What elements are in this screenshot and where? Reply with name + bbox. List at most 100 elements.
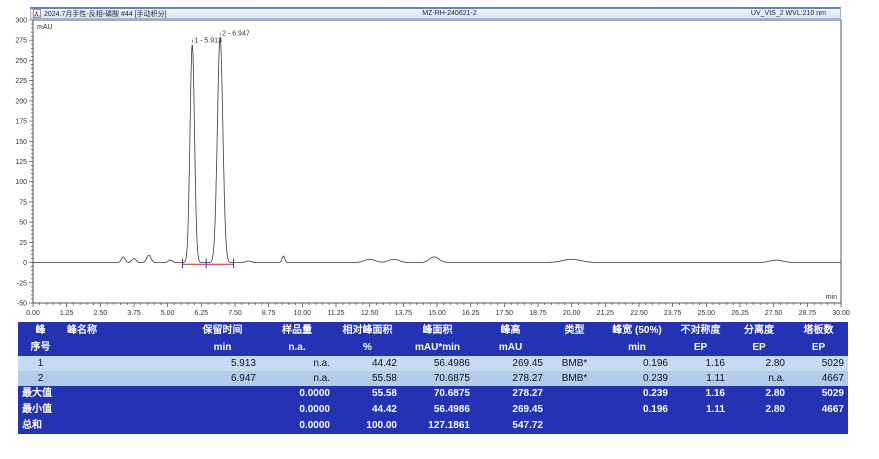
cell-res: n.a. (729, 371, 789, 386)
x-axis-tick-label: 26.25 (731, 310, 749, 317)
column-header-rel_area[interactable]: 相对峰面积 (334, 322, 401, 339)
cell-rel_area: 55.58 (334, 371, 401, 386)
y-axis-tick-label: -50 (17, 301, 27, 308)
cell-asym: 1.11 (672, 402, 729, 418)
peak-row[interactable]: 15.913n.a.44.4256.4986269.45BMB*0.1961.1… (18, 356, 848, 371)
column-header-name[interactable] (63, 339, 185, 356)
x-axis-tick-label: 3.75 (127, 310, 141, 317)
x-axis-tick-label: 17.50 (496, 310, 514, 317)
cell-rt (185, 402, 260, 418)
cell-type (547, 402, 602, 418)
x-axis-tick-label: 20.00 (563, 310, 581, 317)
cell-area: 70.6875 (401, 371, 474, 386)
cell-area: 70.6875 (401, 386, 474, 402)
y-axis-tick-label: 250 (15, 58, 27, 65)
peak-row[interactable]: 26.947n.a.55.5870.6875278.27BMB*0.2391.1… (18, 371, 848, 386)
table-header: 峰峰名称保留时间样品量相对峰面积峰面积峰高类型峰宽 (50%)不对称度分离度塔板… (18, 322, 848, 356)
cell-asym: 1.16 (672, 356, 729, 371)
cell-height: 269.45 (474, 356, 547, 371)
cell-plates: 5029 (789, 356, 848, 371)
x-axis-tick-label: 2.50 (94, 310, 108, 317)
x-axis-tick-label: 15.00 (428, 310, 446, 317)
cell-amount: n.a. (260, 371, 334, 386)
header-row: 峰峰名称保留时间样品量相对峰面积峰面积峰高类型峰宽 (50%)不对称度分离度塔板… (18, 322, 848, 339)
y-axis-tick-label: 50 (19, 220, 27, 227)
column-header-area[interactable]: mAU*min (401, 339, 474, 356)
y-axis-tick-label: 100 (15, 179, 27, 186)
x-axis-tick-label: 11.25 (328, 310, 345, 317)
cell-type: BMB* (547, 371, 602, 386)
cell-rel_area: 44.42 (334, 356, 401, 371)
header-row: 序号minn.a.%mAU*minmAUminEPEPEP (18, 339, 848, 356)
cell-res (729, 418, 789, 434)
column-header-type[interactable] (547, 339, 602, 356)
cell-width50: 0.239 (602, 371, 672, 386)
y-axis-tick-label: 0 (23, 260, 27, 267)
channel-label: UV_VIS_2 WVL:210 nm (606, 10, 840, 17)
chromatography-report: { "header": { "left_title": "2024.7月手性-反… (0, 0, 879, 459)
x-axis-tick-label: 5.00 (161, 310, 175, 317)
column-header-res[interactable]: 分离度 (729, 322, 789, 339)
x-axis-tick-label: 25.00 (698, 310, 716, 317)
column-header-plates[interactable]: 塔板数 (789, 322, 848, 339)
cell-type (547, 386, 602, 402)
cell-width50: 0.239 (602, 386, 672, 402)
column-header-asym[interactable]: 不对称度 (672, 322, 729, 339)
y-axis-tick-label: 175 (15, 119, 27, 126)
column-header-asym[interactable]: EP (672, 339, 729, 356)
column-header-amount[interactable]: 样品量 (260, 322, 334, 339)
y-axis-tick-label: 275 (15, 38, 27, 45)
peak-label[interactable]: 1 - 5.913 (194, 38, 222, 45)
cell-res: 2.80 (729, 386, 789, 402)
chromatogram-panel: -50-250255075100125150175200225250275300… (0, 6, 879, 324)
x-axis-tick-label: 18.75 (529, 310, 547, 317)
x-axis-tick-label: 28.75 (799, 310, 817, 317)
y-axis-unit-label: mAU (37, 24, 53, 31)
cell-rt (185, 386, 260, 402)
x-axis-tick-label: 16.25 (462, 310, 480, 317)
cell-name (63, 386, 185, 402)
cell-rt (185, 418, 260, 434)
column-header-res[interactable]: EP (729, 339, 789, 356)
cell-area: 127.1861 (401, 418, 474, 434)
column-header-width50[interactable]: min (602, 339, 672, 356)
summary-row: 总和0.0000100.00127.1861547.72 (18, 418, 848, 434)
peak-label[interactable]: 2 - 6.947 (222, 31, 250, 38)
cell-asym: 1.16 (672, 386, 729, 402)
cell-rel_area: 100.00 (334, 418, 401, 434)
cell-amount: 0.0000 (260, 386, 334, 402)
column-header-type[interactable]: 类型 (547, 322, 602, 339)
column-header-rt[interactable]: min (185, 339, 260, 356)
x-axis-unit-label: min (826, 294, 837, 301)
cell-rel_area: 55.58 (334, 386, 401, 402)
cell-asym: 1.11 (672, 371, 729, 386)
integration-results: 峰峰名称保留时间样品量相对峰面积峰面积峰高类型峰宽 (50%)不对称度分离度塔板… (18, 322, 848, 434)
cell-width50: 0.196 (602, 402, 672, 418)
table-body: 15.913n.a.44.4256.4986269.45BMB*0.1961.1… (18, 356, 848, 434)
plot-area[interactable] (33, 20, 841, 303)
column-header-height[interactable]: 峰高 (474, 322, 547, 339)
cell-name (63, 371, 185, 386)
x-axis-tick-label: 22.50 (630, 310, 648, 317)
column-header-plates[interactable]: EP (789, 339, 848, 356)
cell-res: 2.80 (729, 402, 789, 418)
column-header-amount[interactable]: n.a. (260, 339, 334, 356)
column-header-area[interactable]: 峰面积 (401, 322, 474, 339)
column-header-rt[interactable]: 保留时间 (185, 322, 260, 339)
y-axis-tick-label: 150 (15, 139, 27, 146)
column-header-rel_area[interactable]: % (334, 339, 401, 356)
column-header-height[interactable]: mAU (474, 339, 547, 356)
cell-name (63, 356, 185, 371)
chromatogram-plot[interactable]: -50-250255075100125150175200225250275300… (0, 6, 879, 324)
cell-plates: 4667 (789, 371, 848, 386)
cell-plates (789, 418, 848, 434)
column-header-no[interactable]: 峰 (18, 322, 63, 339)
column-header-name[interactable]: 峰名称 (63, 322, 185, 339)
cell-no: 1 (18, 356, 63, 371)
column-header-no[interactable]: 序号 (18, 339, 63, 356)
y-axis-tick-label: 225 (15, 78, 27, 85)
cell-no: 2 (18, 371, 63, 386)
column-header-width50[interactable]: 峰宽 (50%) (602, 322, 672, 339)
cell-type: BMB* (547, 356, 602, 371)
sample-name: MZ-RH-240621-2 (293, 10, 606, 17)
